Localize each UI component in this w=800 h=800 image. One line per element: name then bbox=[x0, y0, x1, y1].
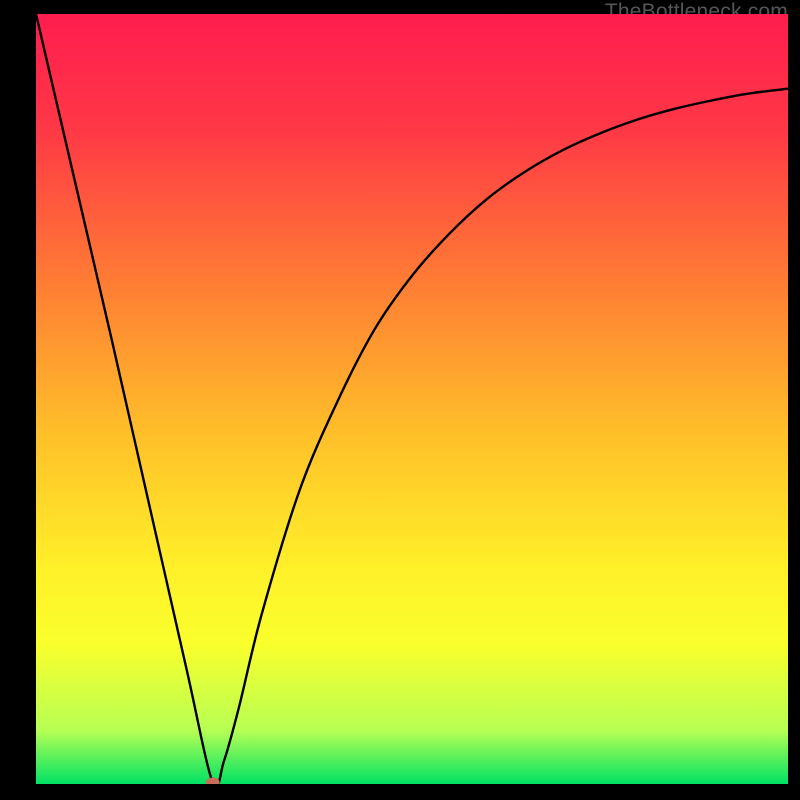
chart-svg bbox=[36, 14, 788, 784]
chart-plot-area bbox=[36, 14, 788, 784]
gradient-background bbox=[36, 14, 788, 784]
chart-frame: TheBottleneck.com bbox=[0, 0, 800, 800]
